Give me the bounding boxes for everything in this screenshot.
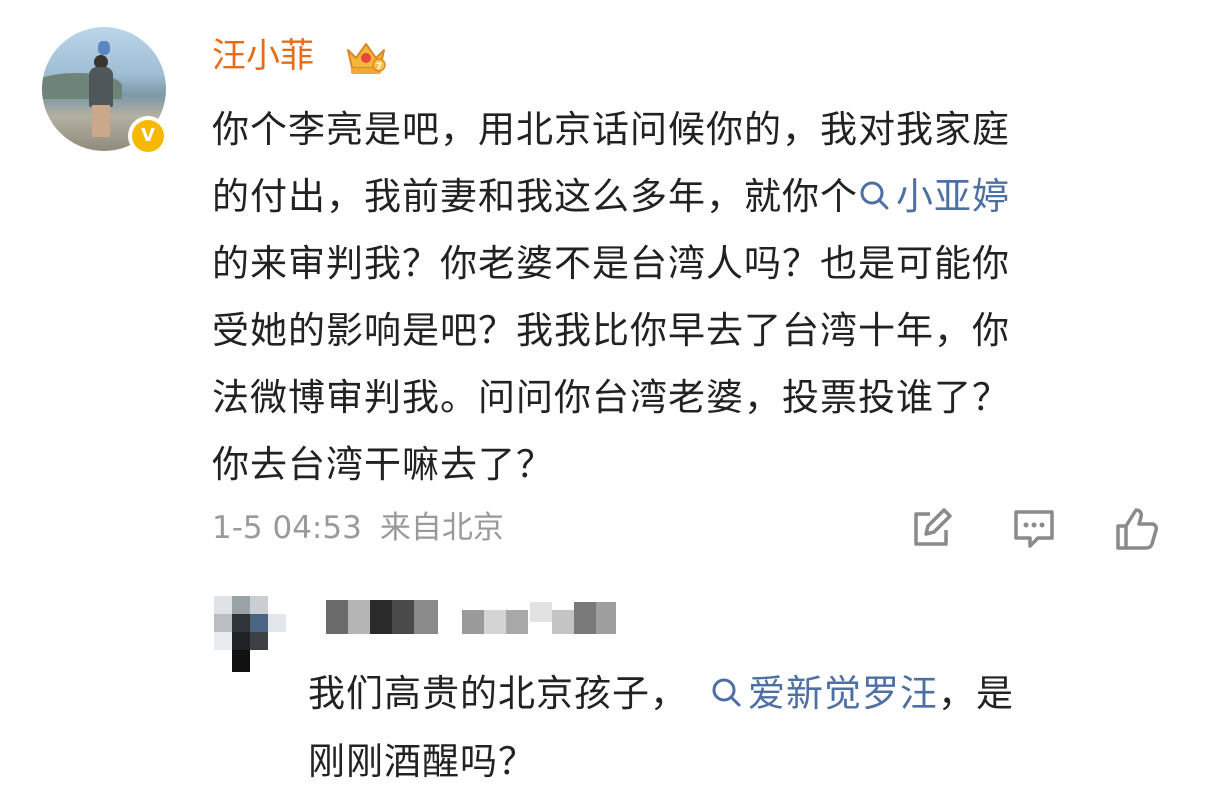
post-meta: 1-5 04:53 来自北京 [212, 508, 504, 548]
reply-line: 我们高贵的北京孩子， 爱新觉罗汪，是 [308, 660, 1168, 728]
reply-topic-label: 爱新觉罗汪 [748, 672, 938, 715]
post-line: 的来审判我？你老婆不是台湾人吗？也是可能你 [212, 242, 1010, 285]
post-line: 的付出，我前妻和我这么多年，就你个 小亚婷 [212, 163, 1162, 230]
post-line: 法微博审判我。问问你台湾老婆，投票投谁了？ [212, 376, 1010, 419]
reply-content: 我们高贵的北京孩子， 爱新觉罗汪，是 刚刚酒醒吗？ [308, 660, 1168, 796]
comment-icon[interactable] [1010, 504, 1058, 552]
like-icon[interactable] [1112, 504, 1160, 552]
repost-icon[interactable] [908, 504, 956, 552]
reply-line: 刚刚酒醒吗？ [308, 740, 536, 783]
reply-username-blurred[interactable] [326, 596, 622, 636]
crown-vip-icon: 7 [347, 43, 386, 74]
post-source: 来自北京 [379, 510, 504, 546]
username[interactable]: 汪小菲 [212, 36, 314, 76]
topic-link[interactable]: 小亚婷 [858, 175, 1010, 218]
reply-text: 我们高贵的北京孩子， [308, 672, 688, 715]
reply-avatar[interactable] [214, 596, 290, 672]
post-line-text: 的付出，我前妻和我这么多年，就你个 [212, 175, 858, 218]
post-line: 你去台湾干嘛去了？ [212, 443, 554, 486]
post-content: 你个李亮是吧，用北京话问候你的，我对我家庭 的付出，我前妻和我这么多年，就你个小… [212, 96, 1162, 498]
post-line: 受她的影响是吧？我我比你早去了台湾十年，你 [212, 309, 1010, 352]
topic-link-label: 小亚婷 [896, 175, 1010, 218]
svg-text:7: 7 [376, 62, 382, 72]
avatar-child-figure [98, 41, 110, 55]
avatar-person-legs [92, 105, 110, 137]
avatar-person-body [89, 67, 113, 107]
search-icon [712, 678, 741, 707]
reply-text: ，是 [938, 672, 1014, 715]
search-icon [860, 181, 889, 210]
post-time: 1-5 04:53 [212, 510, 362, 546]
post-line: 你个李亮是吧，用北京话问候你的，我对我家庭 [212, 108, 1010, 151]
verified-icon: V [128, 116, 168, 156]
reply-topic-link[interactable]: 爱新觉罗汪 [710, 672, 938, 715]
